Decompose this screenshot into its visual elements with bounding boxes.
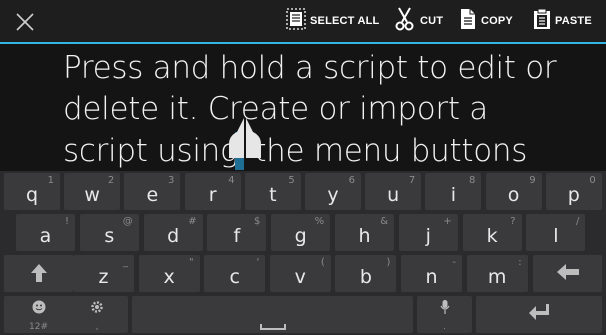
key-e-label: e: [146, 184, 159, 206]
key-t-label: t: [269, 184, 277, 206]
key-q[interactable]: 1q: [4, 173, 60, 210]
select-all-label: SELECT ALL: [310, 15, 380, 27]
voice-input-key[interactable]: .: [417, 296, 472, 333]
key-l-label: l: [553, 225, 559, 247]
text-line-1: Press and hold a script to edit or: [63, 50, 557, 86]
keyboard-row-2: ! a @ s # d $ f% g & h + j? k / l: [0, 212, 606, 253]
key-x[interactable]: " x: [138, 255, 200, 292]
key-i-label: i: [450, 184, 457, 206]
emoji-key[interactable]: 12#: [4, 296, 73, 333]
key-i[interactable]: 8i: [425, 173, 482, 210]
key-c-label: c: [229, 266, 240, 288]
key-m[interactable]: :m: [466, 255, 528, 292]
key-p-label: p: [567, 184, 580, 206]
text-line-3-after: the menu buttons: [254, 133, 528, 169]
key-w-label: w: [84, 184, 100, 206]
key-h[interactable]: & h: [335, 214, 394, 251]
key-y[interactable]: 6y: [305, 173, 361, 210]
key-l[interactable]: / l: [526, 214, 586, 251]
key-n-label: n: [425, 266, 438, 288]
soft-keyboard: 1q2w3e4r5t6y7u8i9o0p ! a @ s # d $ f% g & h + j? k / l …: [0, 171, 606, 335]
shift-arrow-icon: [4, 264, 73, 286]
key-u-label: u: [387, 184, 400, 206]
gear-icon: [66, 299, 128, 318]
scissors-icon: [394, 7, 416, 35]
settings-key[interactable]: ,: [66, 296, 128, 333]
key-e[interactable]: 3e: [124, 173, 181, 210]
key-r[interactable]: 4r: [184, 173, 241, 210]
paste-label: PASTE: [555, 15, 592, 27]
key-m-label: m: [487, 266, 507, 288]
space-key[interactable]: [132, 296, 413, 333]
keyboard-row-1: 1q2w3e4r5t6y7u8i9o0p: [0, 171, 606, 212]
select-all-icon: [286, 8, 306, 34]
emoji-key-sub: 12#: [29, 322, 48, 332]
key-n[interactable]: -n: [401, 255, 462, 292]
key-d-label: d: [167, 225, 180, 247]
key-c[interactable]: ' c: [204, 255, 266, 292]
key-a-label: a: [39, 225, 52, 247]
key-h-label: h: [358, 225, 371, 247]
text-line-3: script using the menu buttons: [63, 133, 527, 169]
key-z-label: z: [98, 266, 109, 288]
text-line-3-before: script using: [63, 133, 239, 169]
key-s[interactable]: @ s: [79, 214, 139, 251]
key-g[interactable]: % g: [271, 214, 331, 251]
key-k[interactable]: ? k: [462, 214, 522, 251]
enter-key[interactable]: [476, 296, 602, 333]
shift-key[interactable]: [4, 255, 73, 292]
key-d[interactable]: # d: [143, 214, 203, 251]
key-y-label: y: [327, 184, 339, 206]
key-t[interactable]: 5t: [244, 173, 301, 210]
key-b-label: b: [359, 266, 372, 288]
cut-label: CUT: [420, 15, 444, 27]
settings-key-sub: ,: [95, 322, 99, 332]
key-p[interactable]: 0p: [545, 173, 602, 210]
voice-key-sub: .: [443, 322, 446, 332]
key-a[interactable]: ! a: [16, 214, 75, 251]
key-w[interactable]: 2w: [64, 173, 121, 210]
key-o-label: o: [507, 184, 520, 206]
microphone-icon: [417, 299, 472, 318]
selection-handle-icon[interactable]: [227, 118, 263, 158]
enter-icon: [476, 304, 602, 324]
copy-label: COPY: [481, 15, 513, 27]
close-icon[interactable]: [14, 11, 36, 33]
copy-icon: [459, 8, 477, 34]
keyboard-row-4: 12# , .: [0, 294, 606, 335]
key-j[interactable]: + j: [398, 214, 458, 251]
key-x-label: x: [163, 266, 175, 288]
backspace-arrow-icon: [533, 264, 602, 284]
select-all-button[interactable]: SELECT ALL: [286, 0, 379, 42]
key-b[interactable]: ) b: [335, 255, 397, 292]
keyboard-row-3: _ z " x ' c(v) b - n: m: [0, 253, 606, 294]
smiley-icon: [4, 299, 73, 318]
key-k-label: k: [486, 225, 498, 247]
copy-button[interactable]: COPY: [459, 0, 513, 42]
cut-button[interactable]: CUT: [394, 0, 443, 42]
action-bar: SELECT ALL CUT COPY PASTE: [0, 0, 606, 44]
key-g-label: g: [294, 225, 307, 247]
key-o[interactable]: 9o: [485, 173, 542, 210]
backspace-key[interactable]: [533, 255, 602, 292]
text-line-2: delete it. Create or import a: [63, 91, 488, 127]
key-s-label: s: [104, 225, 115, 247]
paste-icon: [533, 8, 551, 34]
key-v[interactable]: (v: [269, 255, 331, 292]
key-f[interactable]: $ f: [207, 214, 267, 251]
key-u[interactable]: 7u: [365, 173, 422, 210]
key-v-label: v: [294, 266, 306, 288]
key-f-label: f: [233, 225, 241, 247]
key-z[interactable]: _ z: [73, 255, 134, 292]
key-q-label: q: [25, 184, 39, 206]
key-r-label: r: [208, 184, 217, 206]
paste-button[interactable]: PASTE: [533, 0, 592, 42]
spacebar-icon: [260, 324, 286, 330]
key-j-label: j: [425, 225, 431, 247]
script-text-editor[interactable]: Press and hold a script to edit or delet…: [0, 44, 606, 171]
